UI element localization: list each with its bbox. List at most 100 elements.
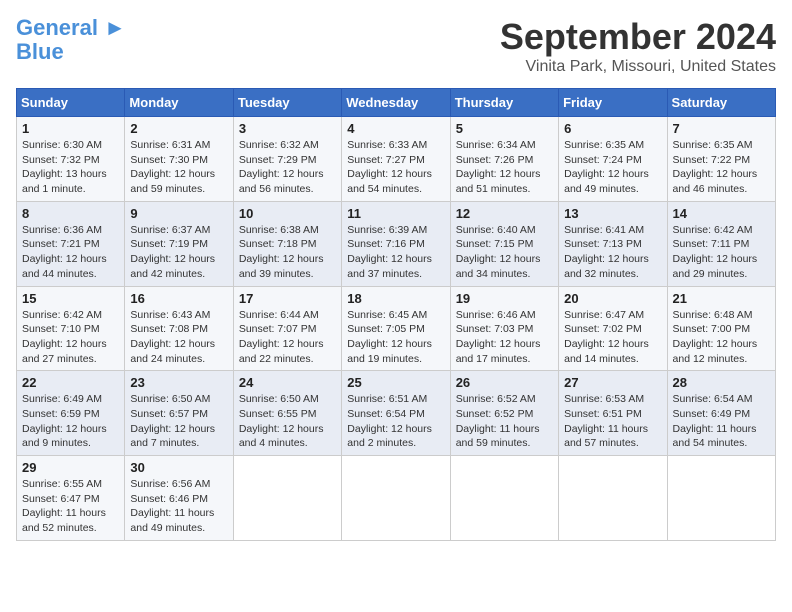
- table-row: 8 Sunrise: 6:36 AM Sunset: 7:21 PM Daylig…: [17, 201, 125, 286]
- title-block: September 2024 Vinita Park, Missouri, Un…: [500, 16, 776, 76]
- day-info: Sunrise: 6:32 AM Sunset: 7:29 PM Dayligh…: [239, 138, 336, 197]
- day-info: Sunrise: 6:50 AM Sunset: 6:55 PM Dayligh…: [239, 392, 336, 451]
- day-number: 24: [239, 375, 336, 390]
- day-info: Sunrise: 6:35 AM Sunset: 7:24 PM Dayligh…: [564, 138, 661, 197]
- table-row: [342, 456, 450, 541]
- day-number: 14: [673, 206, 770, 221]
- day-info: Sunrise: 6:35 AM Sunset: 7:22 PM Dayligh…: [673, 138, 770, 197]
- table-row: 22 Sunrise: 6:49 AM Sunset: 6:59 PM Dayli…: [17, 371, 125, 456]
- logo-text: General ►: [16, 16, 126, 40]
- day-number: 10: [239, 206, 336, 221]
- table-row: 7Sunrise: 6:35 AM Sunset: 7:22 PM Daylig…: [667, 117, 775, 202]
- day-number: 29: [22, 460, 119, 475]
- calendar-week-2: 8 Sunrise: 6:36 AM Sunset: 7:21 PM Daylig…: [17, 201, 776, 286]
- day-number: 25: [347, 375, 444, 390]
- day-number: 6: [564, 121, 661, 136]
- table-row: [559, 456, 667, 541]
- logo-blue: Blue: [16, 39, 64, 64]
- day-info: Sunrise: 6:34 AM Sunset: 7:26 PM Dayligh…: [456, 138, 553, 197]
- calendar-header-row: SundayMondayTuesdayWednesdayThursdayFrid…: [17, 89, 776, 117]
- table-row: 25 Sunrise: 6:51 AM Sunset: 6:54 PM Dayli…: [342, 371, 450, 456]
- day-info: Sunrise: 6:45 AM Sunset: 7:05 PM Dayligh…: [347, 308, 444, 367]
- day-info: Sunrise: 6:42 AM Sunset: 7:11 PM Dayligh…: [673, 223, 770, 282]
- table-row: 1 Sunrise: 6:30 AM Sunset: 7:32 PM Daylig…: [17, 117, 125, 202]
- table-row: 24 Sunrise: 6:50 AM Sunset: 6:55 PM Dayli…: [233, 371, 341, 456]
- table-row: 17 Sunrise: 6:44 AM Sunset: 7:07 PM Dayli…: [233, 286, 341, 371]
- table-row: 14 Sunrise: 6:42 AM Sunset: 7:11 PM Dayli…: [667, 201, 775, 286]
- day-number: 26: [456, 375, 553, 390]
- column-header-tuesday: Tuesday: [233, 89, 341, 117]
- day-info: Sunrise: 6:47 AM Sunset: 7:02 PM Dayligh…: [564, 308, 661, 367]
- day-info: Sunrise: 6:49 AM Sunset: 6:59 PM Dayligh…: [22, 392, 119, 451]
- day-number: 8: [22, 206, 119, 221]
- day-info: Sunrise: 6:44 AM Sunset: 7:07 PM Dayligh…: [239, 308, 336, 367]
- calendar-week-3: 15 Sunrise: 6:42 AM Sunset: 7:10 PM Dayli…: [17, 286, 776, 371]
- page-title: September 2024: [500, 16, 776, 58]
- table-row: 16 Sunrise: 6:43 AM Sunset: 7:08 PM Dayli…: [125, 286, 233, 371]
- calendar-week-4: 22 Sunrise: 6:49 AM Sunset: 6:59 PM Dayli…: [17, 371, 776, 456]
- day-number: 2: [130, 121, 227, 136]
- day-number: 12: [456, 206, 553, 221]
- table-row: 2Sunrise: 6:31 AM Sunset: 7:30 PM Daylig…: [125, 117, 233, 202]
- day-info: Sunrise: 6:37 AM Sunset: 7:19 PM Dayligh…: [130, 223, 227, 282]
- table-row: 15 Sunrise: 6:42 AM Sunset: 7:10 PM Dayli…: [17, 286, 125, 371]
- day-info: Sunrise: 6:38 AM Sunset: 7:18 PM Dayligh…: [239, 223, 336, 282]
- day-number: 3: [239, 121, 336, 136]
- day-info: Sunrise: 6:48 AM Sunset: 7:00 PM Dayligh…: [673, 308, 770, 367]
- logo: General ► Blue: [16, 16, 126, 64]
- table-row: 29 Sunrise: 6:55 AM Sunset: 6:47 PM Dayli…: [17, 456, 125, 541]
- day-info: Sunrise: 6:42 AM Sunset: 7:10 PM Dayligh…: [22, 308, 119, 367]
- table-row: 23Sunrise: 6:50 AM Sunset: 6:57 PM Dayli…: [125, 371, 233, 456]
- day-number: 5: [456, 121, 553, 136]
- table-row: 26 Sunrise: 6:52 AM Sunset: 6:52 PM Dayli…: [450, 371, 558, 456]
- table-row: 20 Sunrise: 6:47 AM Sunset: 7:02 PM Dayli…: [559, 286, 667, 371]
- table-row: 21 Sunrise: 6:48 AM Sunset: 7:00 PM Dayli…: [667, 286, 775, 371]
- table-row: 11 Sunrise: 6:39 AM Sunset: 7:16 PM Dayli…: [342, 201, 450, 286]
- table-row: 27 Sunrise: 6:53 AM Sunset: 6:51 PM Dayli…: [559, 371, 667, 456]
- day-number: 22: [22, 375, 119, 390]
- day-info: Sunrise: 6:55 AM Sunset: 6:47 PM Dayligh…: [22, 477, 119, 536]
- table-row: 30Sunrise: 6:56 AM Sunset: 6:46 PM Dayli…: [125, 456, 233, 541]
- day-number: 13: [564, 206, 661, 221]
- day-info: Sunrise: 6:43 AM Sunset: 7:08 PM Dayligh…: [130, 308, 227, 367]
- day-info: Sunrise: 6:52 AM Sunset: 6:52 PM Dayligh…: [456, 392, 553, 451]
- day-number: 4: [347, 121, 444, 136]
- calendar-body: 1 Sunrise: 6:30 AM Sunset: 7:32 PM Daylig…: [17, 117, 776, 541]
- day-number: 21: [673, 291, 770, 306]
- column-header-sunday: Sunday: [17, 89, 125, 117]
- day-number: 17: [239, 291, 336, 306]
- column-header-monday: Monday: [125, 89, 233, 117]
- day-info: Sunrise: 6:41 AM Sunset: 7:13 PM Dayligh…: [564, 223, 661, 282]
- day-number: 23: [130, 375, 227, 390]
- day-info: Sunrise: 6:51 AM Sunset: 6:54 PM Dayligh…: [347, 392, 444, 451]
- day-info: Sunrise: 6:40 AM Sunset: 7:15 PM Dayligh…: [456, 223, 553, 282]
- calendar-week-1: 1 Sunrise: 6:30 AM Sunset: 7:32 PM Daylig…: [17, 117, 776, 202]
- day-info: Sunrise: 6:30 AM Sunset: 7:32 PM Dayligh…: [22, 138, 119, 197]
- day-number: 15: [22, 291, 119, 306]
- table-row: 19Sunrise: 6:46 AM Sunset: 7:03 PM Dayli…: [450, 286, 558, 371]
- day-info: Sunrise: 6:33 AM Sunset: 7:27 PM Dayligh…: [347, 138, 444, 197]
- column-header-wednesday: Wednesday: [342, 89, 450, 117]
- day-number: 20: [564, 291, 661, 306]
- day-info: Sunrise: 6:39 AM Sunset: 7:16 PM Dayligh…: [347, 223, 444, 282]
- table-row: [233, 456, 341, 541]
- table-row: 28Sunrise: 6:54 AM Sunset: 6:49 PM Dayli…: [667, 371, 775, 456]
- table-row: 10 Sunrise: 6:38 AM Sunset: 7:18 PM Dayli…: [233, 201, 341, 286]
- table-row: 4 Sunrise: 6:33 AM Sunset: 7:27 PM Daylig…: [342, 117, 450, 202]
- day-number: 28: [673, 375, 770, 390]
- day-number: 1: [22, 121, 119, 136]
- day-number: 16: [130, 291, 227, 306]
- day-number: 19: [456, 291, 553, 306]
- calendar-table: SundayMondayTuesdayWednesdayThursdayFrid…: [16, 88, 776, 541]
- column-header-saturday: Saturday: [667, 89, 775, 117]
- table-row: 18Sunrise: 6:45 AM Sunset: 7:05 PM Dayli…: [342, 286, 450, 371]
- day-number: 11: [347, 206, 444, 221]
- day-number: 9: [130, 206, 227, 221]
- day-info: Sunrise: 6:36 AM Sunset: 7:21 PM Dayligh…: [22, 223, 119, 282]
- day-number: 30: [130, 460, 227, 475]
- table-row: 5 Sunrise: 6:34 AM Sunset: 7:26 PM Daylig…: [450, 117, 558, 202]
- table-row: [667, 456, 775, 541]
- day-number: 27: [564, 375, 661, 390]
- table-row: [450, 456, 558, 541]
- day-info: Sunrise: 6:53 AM Sunset: 6:51 PM Dayligh…: [564, 392, 661, 451]
